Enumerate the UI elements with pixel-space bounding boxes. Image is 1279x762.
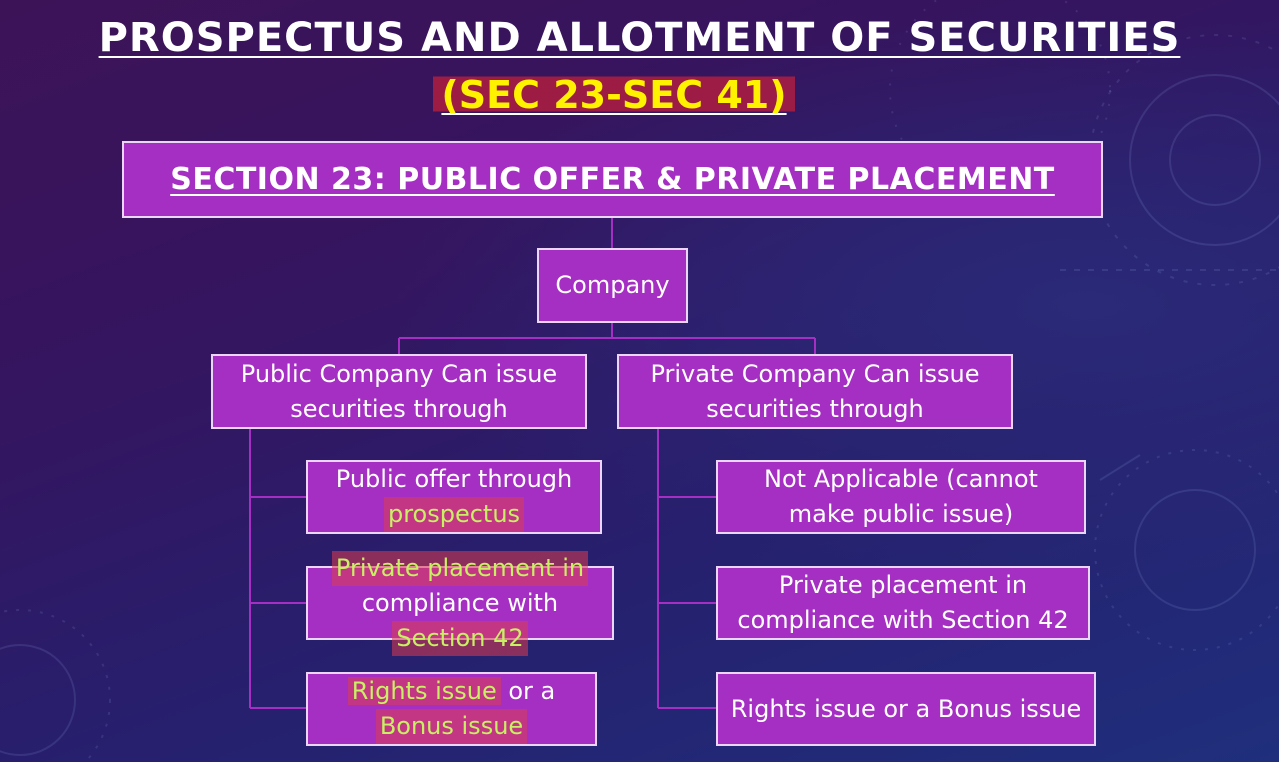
not-applicable-line1: Not Applicable (cannot xyxy=(764,465,1038,493)
public-heading-line1: Public Company Can issue xyxy=(240,359,558,388)
public-heading-line2: securities through xyxy=(290,394,508,423)
private-company-node: Private Company Can issue securities thr… xyxy=(617,354,1013,429)
private-heading-line1: Private Company Can issue xyxy=(650,359,980,388)
bonus-issue-text: Bonus issue xyxy=(375,709,528,744)
public-placement-line3: Section 42 xyxy=(392,620,528,656)
company-node: Company xyxy=(537,248,688,323)
private-rights-line1: Rights issue or a Bonus issue xyxy=(730,694,1082,723)
not-applicable-line2: make public issue) xyxy=(788,500,1014,528)
private-heading-line2: securities through xyxy=(706,394,924,423)
public-offer-node: Public offer through prospectus xyxy=(306,460,602,534)
public-offer-line1: Public offer through xyxy=(335,465,573,493)
or-a-text: or a xyxy=(500,677,556,705)
section-heading-box: SECTION 23: PUBLIC OFFER & PRIVATE PLACE… xyxy=(122,141,1103,218)
public-private-placement-node: Private placement in compliance with Sec… xyxy=(306,550,614,656)
public-placement-line2: compliance with xyxy=(361,588,559,617)
public-company-node: Public Company Can issue securities thro… xyxy=(211,354,587,429)
private-placement-line1: Private placement in xyxy=(778,571,1028,599)
public-rights-bonus-node: Rights issue or a Bonus issue xyxy=(306,672,597,746)
section-heading: SECTION 23: PUBLIC OFFER & PRIVATE PLACE… xyxy=(170,162,1055,197)
company-label: Company xyxy=(555,271,670,299)
public-offer-line2: prospectus xyxy=(383,497,525,532)
rights-issue-text: Rights issue xyxy=(347,677,501,705)
public-rights-line1: Rights issue or a xyxy=(347,674,556,709)
private-placement-line2: compliance with Section 42 xyxy=(737,606,1069,634)
private-rights-bonus-node: Rights issue or a Bonus issue xyxy=(716,672,1096,746)
private-placement-node: Private placement in compliance with Sec… xyxy=(716,566,1090,640)
not-applicable-node: Not Applicable (cannot make public issue… xyxy=(716,460,1086,534)
public-placement-line1: Private placement in xyxy=(331,550,589,586)
